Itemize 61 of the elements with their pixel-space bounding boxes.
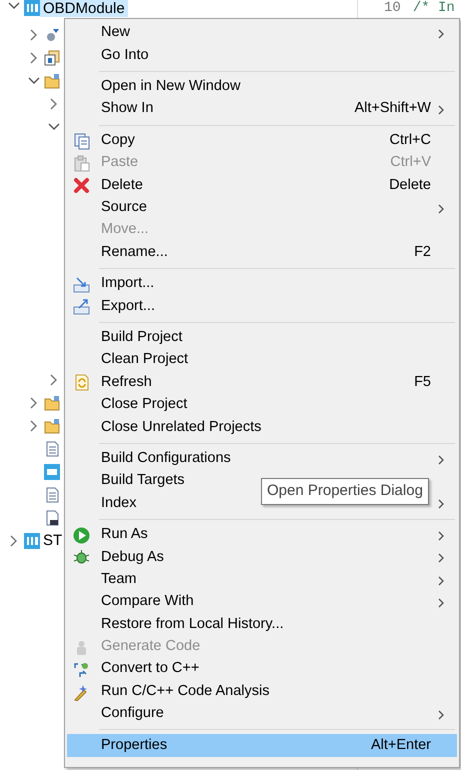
tooltip: Open Properties Dialog [261,478,429,504]
paste-icon [73,154,90,172]
menu-item[interactable]: Copy [101,130,135,152]
line-number: 10 [384,0,401,16]
code-comment: /* In [412,0,455,16]
menu-item[interactable]: Import... [101,273,154,295]
run-icon [73,526,90,544]
shortcut-text: F2 [414,242,431,262]
menu-item[interactable]: Debug As [101,546,164,568]
highlighted-menu-item[interactable]: Properties Alt+Enter [67,734,457,757]
copy-icon [73,132,90,150]
menu-item[interactable]: Rename... [101,242,168,264]
folder-icon [44,72,60,88]
menu-item[interactable]: Refresh [101,372,152,394]
ide-icon [24,0,40,16]
shortcut-text: Delete [389,176,431,195]
mx-icon [44,464,60,480]
menu-item[interactable]: Convert to C++ [101,658,200,680]
shortcut-text: Ctrl+V [390,153,431,172]
menu-item[interactable]: Compare With [101,591,194,614]
menu-item[interactable]: Clean Project [101,349,188,372]
menu-item[interactable]: Open in New Window [101,76,240,98]
file-icon [44,486,60,502]
shortcut-text: Ctrl+C [390,130,431,150]
menu-item[interactable]: Configure [101,703,164,725]
folder-icon [44,394,60,410]
menu-item[interactable]: Close Project [101,394,188,416]
collapse-chevron-icon[interactable] [28,74,40,86]
menu-item[interactable]: Index [101,492,136,514]
header-files-icon [44,50,60,66]
menu-item[interactable]: Run C/C++ Code Analysis [101,680,270,703]
menu-item[interactable]: Team [101,568,136,591]
shortcut-text: Alt+Shift+W [354,99,431,118]
shortcut-text: F5 [414,372,431,392]
menu-item[interactable]: Run As [101,524,148,546]
menu-item[interactable]: Export... [101,296,155,318]
convert-icon [73,661,90,678]
shortcut-text: Alt+Enter [370,736,431,755]
bug-binary-icon [44,26,60,42]
tree-item-label[interactable]: OBDModule [40,0,128,17]
menu-item[interactable]: Build Project [101,327,182,349]
menu-item[interactable]: Go Into [101,44,149,66]
menu-item[interactable]: Source [101,197,147,219]
file-icon [44,440,60,456]
menu-item[interactable]: Restore from Local History... [101,614,284,636]
menu-item[interactable]: Build Configurations [101,448,231,470]
delete-icon [73,177,90,194]
import-icon [73,276,90,293]
menu-item[interactable]: Delete [101,174,143,196]
menu-item[interactable]: Show In [101,98,154,120]
ld-file-icon [44,510,60,526]
tree-item-label[interactable]: ST [40,532,66,549]
export-icon [73,298,90,316]
menu-item[interactable]: Close Unrelated Projects [101,416,262,438]
bug-icon [73,549,90,566]
refresh-icon [73,374,90,392]
folder-icon [44,418,60,434]
ide-icon [24,532,40,548]
collapse-chevron-icon[interactable] [48,120,60,132]
menu-item[interactable]: Build Targets [101,470,185,492]
menu-item[interactable]: New [101,22,130,44]
